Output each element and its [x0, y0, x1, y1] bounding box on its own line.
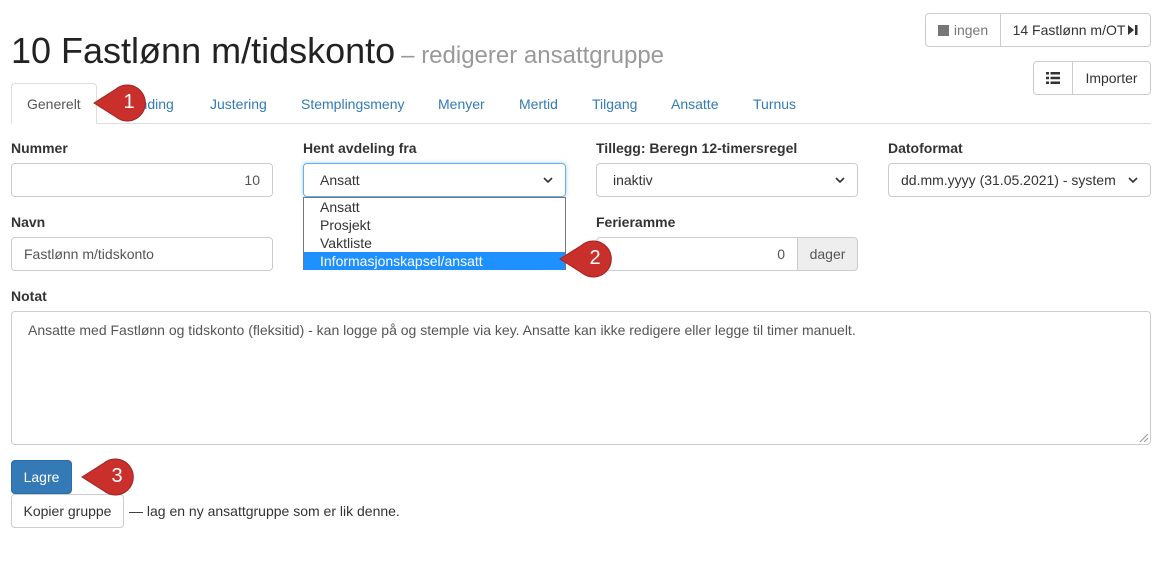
datoformat-select[interactable]: dd.mm.yyyy (31.05.2021) - system	[888, 163, 1151, 197]
tillegg-select[interactable]: inaktiv	[596, 163, 858, 197]
page-title-main: 10 Fastlønn m/tidskonto	[11, 30, 396, 71]
list-icon	[1046, 72, 1060, 84]
avdeling-dropdown: Ansatt Prosjekt Vaktliste Informasjonska…	[303, 197, 566, 270]
prev-group-label: ingen	[953, 22, 989, 38]
copy-group-button[interactable]: Kopier gruppe	[11, 494, 124, 528]
chevron-down-icon	[835, 176, 845, 183]
avdeling-value: Ansatt	[320, 172, 360, 188]
page-subtitle: – redigerer ansattgruppe	[401, 42, 665, 69]
tab-menyer[interactable]: Menyer	[423, 83, 500, 124]
datoformat-label: Datoformat	[888, 140, 963, 156]
avdeling-option-highlighted[interactable]: Informasjonskapsel/ansatt	[304, 252, 565, 270]
next-group-label: 14 Fastlønn m/OT	[1012, 22, 1126, 38]
notat-value: Ansatte med Fastlønn og tidskonto (fleks…	[28, 322, 856, 338]
tab-label: Mertid	[519, 95, 558, 112]
chevron-down-icon	[1128, 176, 1138, 183]
tab-ansatte[interactable]: Ansatte	[656, 83, 733, 124]
tab-label: Ansatte	[671, 95, 719, 112]
next-group-button[interactable]: 14 Fastlønn m/OT	[1000, 13, 1151, 47]
copy-group-hint: — lag en ny ansattgruppe som er lik denn…	[129, 503, 400, 519]
marker-number: 1	[123, 91, 135, 113]
list-view-button[interactable]	[1033, 61, 1073, 95]
import-label: Importer	[1085, 70, 1138, 86]
nummer-label: Nummer	[11, 140, 68, 156]
ferieramme-unit: dager	[797, 237, 858, 271]
save-button[interactable]: Lagre	[11, 460, 72, 494]
tab-label: Stemplingsmeny	[301, 95, 405, 112]
navn-value: Fastlønn m/tidskonto	[24, 246, 154, 262]
stop-icon	[937, 24, 949, 36]
avdeling-select[interactable]: Ansatt	[303, 163, 566, 197]
tab-generelt[interactable]: Generelt	[11, 83, 97, 124]
save-label: Lagre	[23, 469, 60, 485]
tab-label: Justering	[210, 95, 267, 112]
prev-group-button[interactable]: ingen	[925, 13, 1001, 47]
tab-label: Tilgang	[592, 95, 638, 112]
ferieramme-input[interactable]: 0	[596, 237, 798, 271]
tab-justering[interactable]: Justering	[195, 83, 282, 124]
chevron-down-icon	[543, 176, 553, 183]
tab-stemplingsmeny[interactable]: Stemplingsmeny	[286, 83, 420, 124]
nummer-value: 10	[244, 172, 260, 188]
notat-textarea[interactable]: Ansatte med Fastlønn og tidskonto (fleks…	[11, 311, 1151, 445]
tab-tilgang[interactable]: Tilgang	[577, 83, 652, 124]
nummer-input[interactable]: 10	[11, 163, 273, 197]
avdeling-option[interactable]: Prosjekt	[304, 216, 565, 234]
marker-number: 2	[589, 247, 601, 269]
annotation-marker-1: 1	[92, 82, 156, 124]
copy-group-label: Kopier gruppe	[23, 503, 112, 519]
tab-label: Generelt	[27, 95, 81, 112]
navn-input[interactable]: Fastlønn m/tidskonto	[11, 237, 273, 271]
ferieramme-unit-label: dager	[809, 246, 846, 262]
notat-label: Notat	[11, 288, 47, 304]
tab-label: Turnus	[753, 95, 797, 112]
tillegg-value: inaktiv	[613, 172, 653, 188]
ferieramme-label: Ferieramme	[596, 214, 676, 230]
page-title: 10 Fastlønn m/tidskonto – redigerer ansat…	[11, 30, 664, 72]
datoformat-value: dd.mm.yyyy (31.05.2021) - system	[901, 172, 1116, 188]
import-button[interactable]: Importer	[1072, 61, 1151, 95]
navn-label: Navn	[11, 214, 46, 230]
tab-turnus[interactable]: Turnus	[738, 83, 811, 124]
avdeling-option[interactable]: Vaktliste	[304, 234, 565, 252]
marker-number: 3	[111, 465, 123, 487]
annotation-marker-2: 2	[558, 238, 622, 280]
tab-mertid[interactable]: Mertid	[504, 83, 573, 124]
tab-label: Menyer	[438, 95, 485, 112]
tillegg-label: Tillegg: Beregn 12-timersregel	[596, 140, 798, 156]
avdeling-label: Hent avdeling fra	[303, 140, 417, 156]
resize-grip-icon[interactable]	[1138, 432, 1148, 442]
avdeling-option[interactable]: Ansatt	[304, 198, 565, 216]
annotation-marker-3: 3	[80, 456, 144, 498]
skip-forward-icon	[1128, 25, 1138, 35]
ferieramme-value: 0	[777, 246, 785, 262]
